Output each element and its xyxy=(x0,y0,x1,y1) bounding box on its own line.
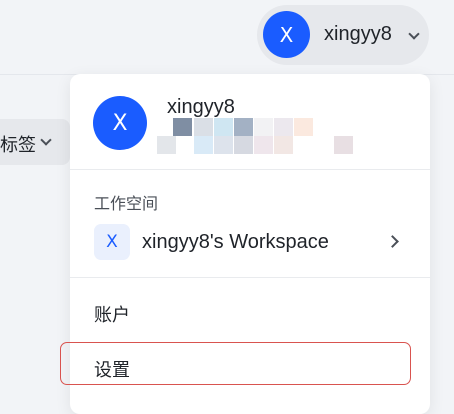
redacted-email-mosaic xyxy=(157,118,357,158)
top-bar: X xingyy8 xyxy=(0,0,454,75)
workspace-icon: X xyxy=(94,224,130,260)
divider xyxy=(70,277,430,278)
tag-filter-label: 标签 xyxy=(0,135,36,155)
chevron-down-icon xyxy=(40,134,52,146)
chevron-right-icon xyxy=(386,235,399,248)
tag-filter-button[interactable]: 标签 xyxy=(0,119,70,165)
dropdown-username: xingyy8 xyxy=(167,96,235,118)
settings-highlight-outline xyxy=(60,342,411,385)
divider xyxy=(70,169,430,170)
menu-item-account[interactable]: 账户 xyxy=(94,301,130,327)
user-menu-button[interactable]: X xingyy8 xyxy=(257,5,429,65)
workspace-item[interactable]: X xingyy8's Workspace xyxy=(70,222,430,264)
username-label: xingyy8 xyxy=(324,23,392,45)
workspace-section-label: 工作空间 xyxy=(94,196,159,213)
chevron-down-icon xyxy=(408,28,420,40)
workspace-name: xingyy8's Workspace xyxy=(142,231,329,253)
user-avatar: X xyxy=(263,11,310,58)
dropdown-user-avatar: X xyxy=(93,96,147,150)
